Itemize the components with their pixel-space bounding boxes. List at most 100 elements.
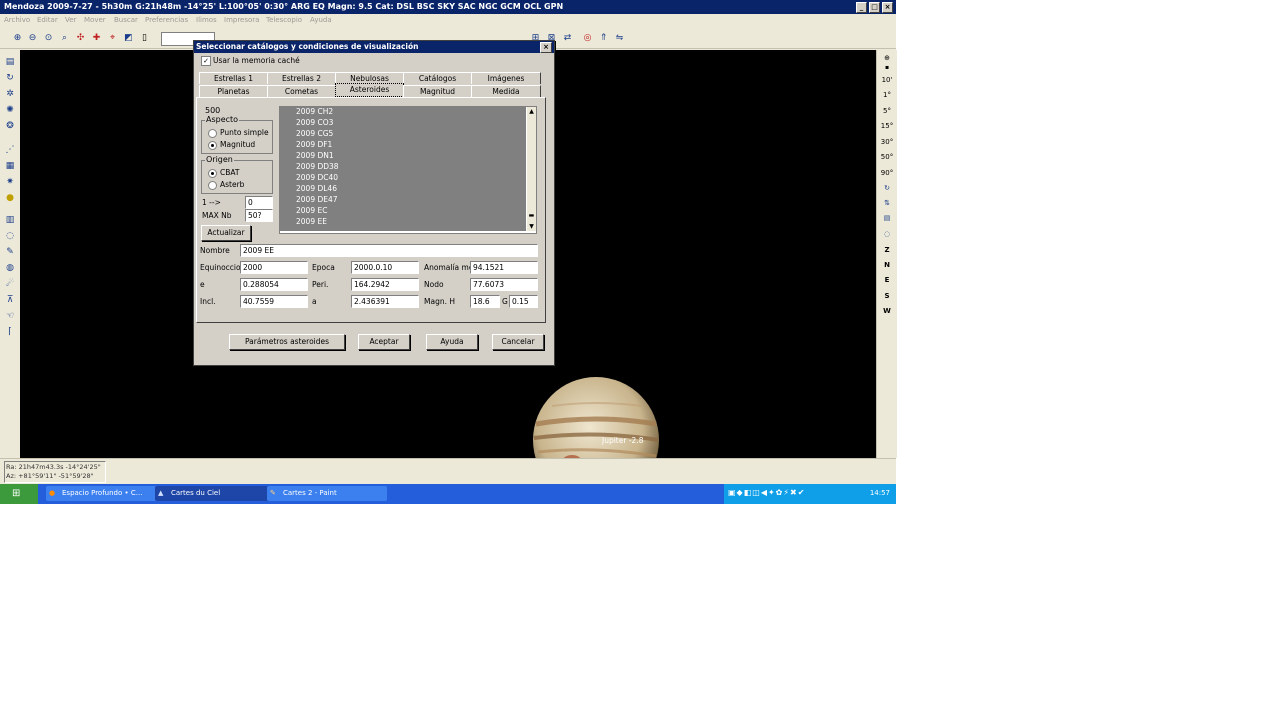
zoom-icon[interactable]: ⊙	[43, 33, 54, 44]
maximize-button[interactable]: □	[869, 2, 880, 13]
equinox-input[interactable]: 2000	[240, 261, 308, 274]
tab-imagenes[interactable]: Imágenes	[471, 72, 541, 84]
field-10min[interactable]: 10'	[877, 76, 897, 84]
comet-icon[interactable]: ☄	[4, 278, 16, 290]
list-item[interactable]: 2009 DN1	[296, 151, 334, 160]
cancel-button[interactable]: Cancelar	[492, 334, 544, 350]
menu-buscar[interactable]: Buscar	[114, 16, 138, 24]
menu-mover[interactable]: Mover	[84, 16, 106, 24]
tab-estrellas-1[interactable]: Estrellas 1	[199, 72, 268, 84]
name-input[interactable]: 2009 EE	[240, 244, 538, 257]
origin-asterb-radio[interactable]	[208, 181, 217, 190]
menu-archivo[interactable]: Archivo	[4, 16, 30, 24]
search-icon[interactable]: ⌕	[59, 33, 70, 44]
field-50deg[interactable]: 50°	[877, 153, 897, 161]
star-icon[interactable]: ✲	[4, 88, 16, 100]
list-item[interactable]: 2009 CO3	[296, 118, 333, 127]
field-90deg[interactable]: 90°	[877, 169, 897, 177]
range-max-input[interactable]: 50?	[245, 209, 273, 222]
node-input[interactable]: 77.6073	[470, 278, 538, 291]
color-icon[interactable]: ◩	[123, 33, 134, 44]
anomaly-input[interactable]: 94.1521	[470, 261, 538, 274]
epoch-input[interactable]: 2000.0.10	[351, 261, 419, 274]
list-item[interactable]: 2009 CG5	[296, 129, 333, 138]
aspect-magnitude-radio[interactable]	[208, 141, 217, 150]
mark-icon[interactable]: ⌖	[107, 33, 118, 44]
inclination-input[interactable]: 40.7559	[240, 295, 308, 308]
aspect-simple-radio[interactable]	[208, 129, 217, 138]
list-item[interactable]: 2009 EC	[296, 206, 327, 215]
list-item[interactable]: 2009 DD38	[296, 162, 339, 171]
hand-icon[interactable]: ☜	[4, 310, 16, 322]
semimajor-input[interactable]: 2.436391	[351, 295, 419, 308]
scroll-down-icon[interactable]: ▼	[527, 222, 536, 231]
task-espacio-profundo[interactable]: ● Espacio Profundo • C...	[46, 486, 166, 501]
minimize-button[interactable]: _	[856, 2, 867, 13]
dir-west[interactable]: W	[877, 307, 897, 315]
jupiter-image[interactable]	[532, 376, 662, 458]
nebula-icon[interactable]: ❂	[4, 120, 16, 132]
menu-editar[interactable]: Editar	[37, 16, 58, 24]
pencil-icon[interactable]: ✎	[4, 246, 16, 258]
field-15deg[interactable]: 15°	[877, 122, 897, 130]
dir-east[interactable]: E	[877, 276, 897, 284]
zoom-in-icon[interactable]: ⊕	[12, 33, 23, 44]
magnitude-g-input[interactable]: 0.15	[509, 295, 538, 308]
menu-preferencias[interactable]: Preferencias	[145, 16, 188, 24]
field-icon[interactable]: ▪	[877, 64, 897, 71]
menu-ayuda[interactable]: Ayuda	[310, 16, 332, 24]
field-30deg[interactable]: 30°	[877, 138, 897, 146]
tab-planetas[interactable]: Planetas	[199, 85, 268, 97]
grid-eq-icon[interactable]: ▥	[4, 214, 16, 226]
circle-icon[interactable]: ◌	[4, 230, 16, 242]
help-button[interactable]: Ayuda	[426, 334, 478, 350]
field-5deg[interactable]: 5°	[877, 107, 897, 115]
list-item[interactable]: 2009 DL46	[296, 184, 337, 193]
scope-icon[interactable]: ⊼	[4, 294, 16, 306]
asteroid-list[interactable]: 2009 CH2 2009 CO3 2009 CG5 2009 DF1 2009…	[279, 106, 537, 234]
bracket-icon[interactable]: ⌈	[4, 326, 16, 338]
dir-zenith[interactable]: Z	[877, 246, 897, 254]
menu-ver[interactable]: Ver	[65, 16, 76, 24]
catalog-icon[interactable]: ▦	[4, 160, 16, 172]
menu-ilimos[interactable]: Ilimos	[196, 16, 217, 24]
north-icon[interactable]: ⇑	[598, 33, 609, 44]
sync-icon[interactable]: ↻	[877, 184, 897, 192]
range-from-input[interactable]: 0	[245, 196, 273, 209]
update-button[interactable]: Actualizar	[201, 225, 251, 241]
rotate-icon[interactable]: ⇋	[614, 33, 625, 44]
scroll-up-icon[interactable]: ▲	[527, 107, 536, 116]
tab-medida[interactable]: Medida	[471, 85, 541, 97]
planet-icon[interactable]: ◍	[4, 262, 16, 274]
field-1deg[interactable]: 1°	[877, 91, 897, 99]
swap-icon[interactable]: ⇅	[877, 199, 897, 207]
perihelion-input[interactable]: 164.2942	[351, 278, 419, 291]
label-icon[interactable]: ▤	[4, 56, 16, 68]
scroll-thumb[interactable]: ▬	[527, 211, 536, 220]
lightbulb-icon[interactable]: ●	[4, 192, 16, 204]
tab-asteroides[interactable]: Asteroides	[335, 83, 404, 97]
tray-icons[interactable]: ▣◆◧◫◀✦✿⚡✖✔	[728, 488, 805, 497]
dialog-close-button[interactable]: ×	[540, 42, 552, 53]
accept-button[interactable]: Aceptar	[358, 334, 410, 350]
menu-telescopio[interactable]: Telescopio	[266, 16, 302, 24]
milky-way-icon[interactable]: ✷	[4, 176, 16, 188]
list-item[interactable]: 2009 EE	[296, 217, 327, 226]
flip-icon[interactable]: ⇄	[562, 33, 573, 44]
list-scrollbar[interactable]: ▲ ▬ ▼	[527, 107, 536, 231]
menu-impresora[interactable]: Impresora	[224, 16, 259, 24]
eccentricity-input[interactable]: 0.288054	[240, 278, 308, 291]
list-item[interactable]: 2009 DC40	[296, 173, 338, 182]
tab-magnitud[interactable]: Magnitud	[403, 85, 472, 97]
page-icon[interactable]: ▯	[139, 33, 150, 44]
clock[interactable]: 14:57	[870, 489, 890, 497]
task-paint[interactable]: ✎ Cartes 2 - Paint	[267, 486, 387, 501]
galaxy-icon[interactable]: ✺	[4, 104, 16, 116]
pole-icon[interactable]: ⊕	[877, 54, 897, 62]
list-icon[interactable]: ▤	[877, 214, 897, 222]
target-icon[interactable]: ✚	[91, 33, 102, 44]
list-item[interactable]: 2009 CH2	[296, 107, 333, 116]
asteroid-params-button[interactable]: Parámetros asteroides	[229, 334, 345, 350]
constellation-icon[interactable]: ⋰	[4, 144, 16, 156]
refresh-icon[interactable]: ↻	[4, 72, 16, 84]
